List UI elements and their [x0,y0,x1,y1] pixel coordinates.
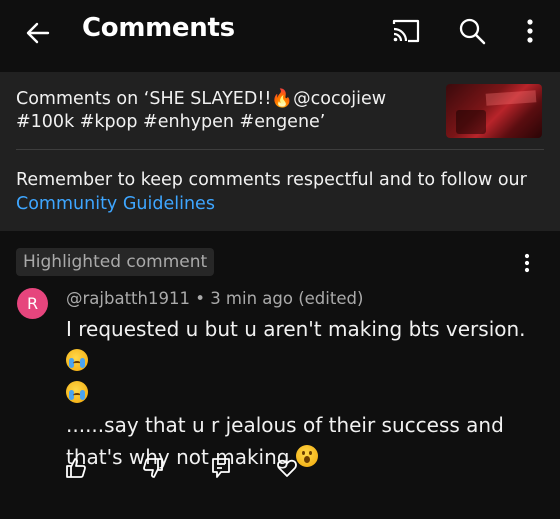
avatar[interactable]: R [17,288,48,319]
more-vertical-icon [524,253,530,273]
search-icon [459,18,486,45]
more-options-button[interactable] [513,14,547,48]
divider [16,149,544,150]
community-guidelines-link[interactable]: Community Guidelines [16,194,215,214]
back-button[interactable] [20,15,56,51]
thumbs-up-icon [66,458,86,478]
crying-face-emoji [66,381,88,403]
reply-button[interactable] [205,452,237,484]
meta-separator: • [189,289,211,308]
heart-icon [277,459,297,477]
video-thumbnail[interactable] [446,84,542,138]
comment-meta: @rajbatth1911 • 3 min ago (edited) [66,289,363,308]
heart-button[interactable] [271,452,303,484]
page-title: Comments [82,13,235,43]
video-info-panel: Comments on ‘SHE SLAYED!!🔥@cocojiew #100… [0,72,560,231]
thumbs-down-icon [143,458,163,478]
top-bar: Comments [0,0,560,70]
crying-face-emoji [66,349,88,371]
highlighted-comment-badge: Highlighted comment [16,248,215,276]
cast-icon [392,19,420,43]
dislike-button[interactable] [137,452,169,484]
like-button[interactable] [60,452,92,484]
comment-text: I requested u but u aren't making bts ve… [66,313,536,473]
guidelines-text: Remember to keep comments respectful and… [16,170,527,190]
thumbnail-detail [485,90,537,106]
thumbnail-detail [456,110,486,134]
search-button[interactable] [455,14,489,48]
arrow-left-icon [26,22,50,44]
comment-line-1: I requested u but u aren't making bts ve… [66,317,526,341]
cast-button[interactable] [389,14,423,48]
guidelines-notice: Remember to keep comments respectful and… [16,168,536,216]
comment-time: 3 min ago (edited) [210,289,364,308]
comment-author[interactable]: @rajbatth1911 [66,289,190,308]
comment-actions [60,452,320,484]
reply-icon [212,458,230,478]
video-title: Comments on ‘SHE SLAYED!!🔥@cocojiew #100… [16,89,387,132]
more-vertical-icon [527,19,533,43]
comment-options-button[interactable] [514,250,540,276]
